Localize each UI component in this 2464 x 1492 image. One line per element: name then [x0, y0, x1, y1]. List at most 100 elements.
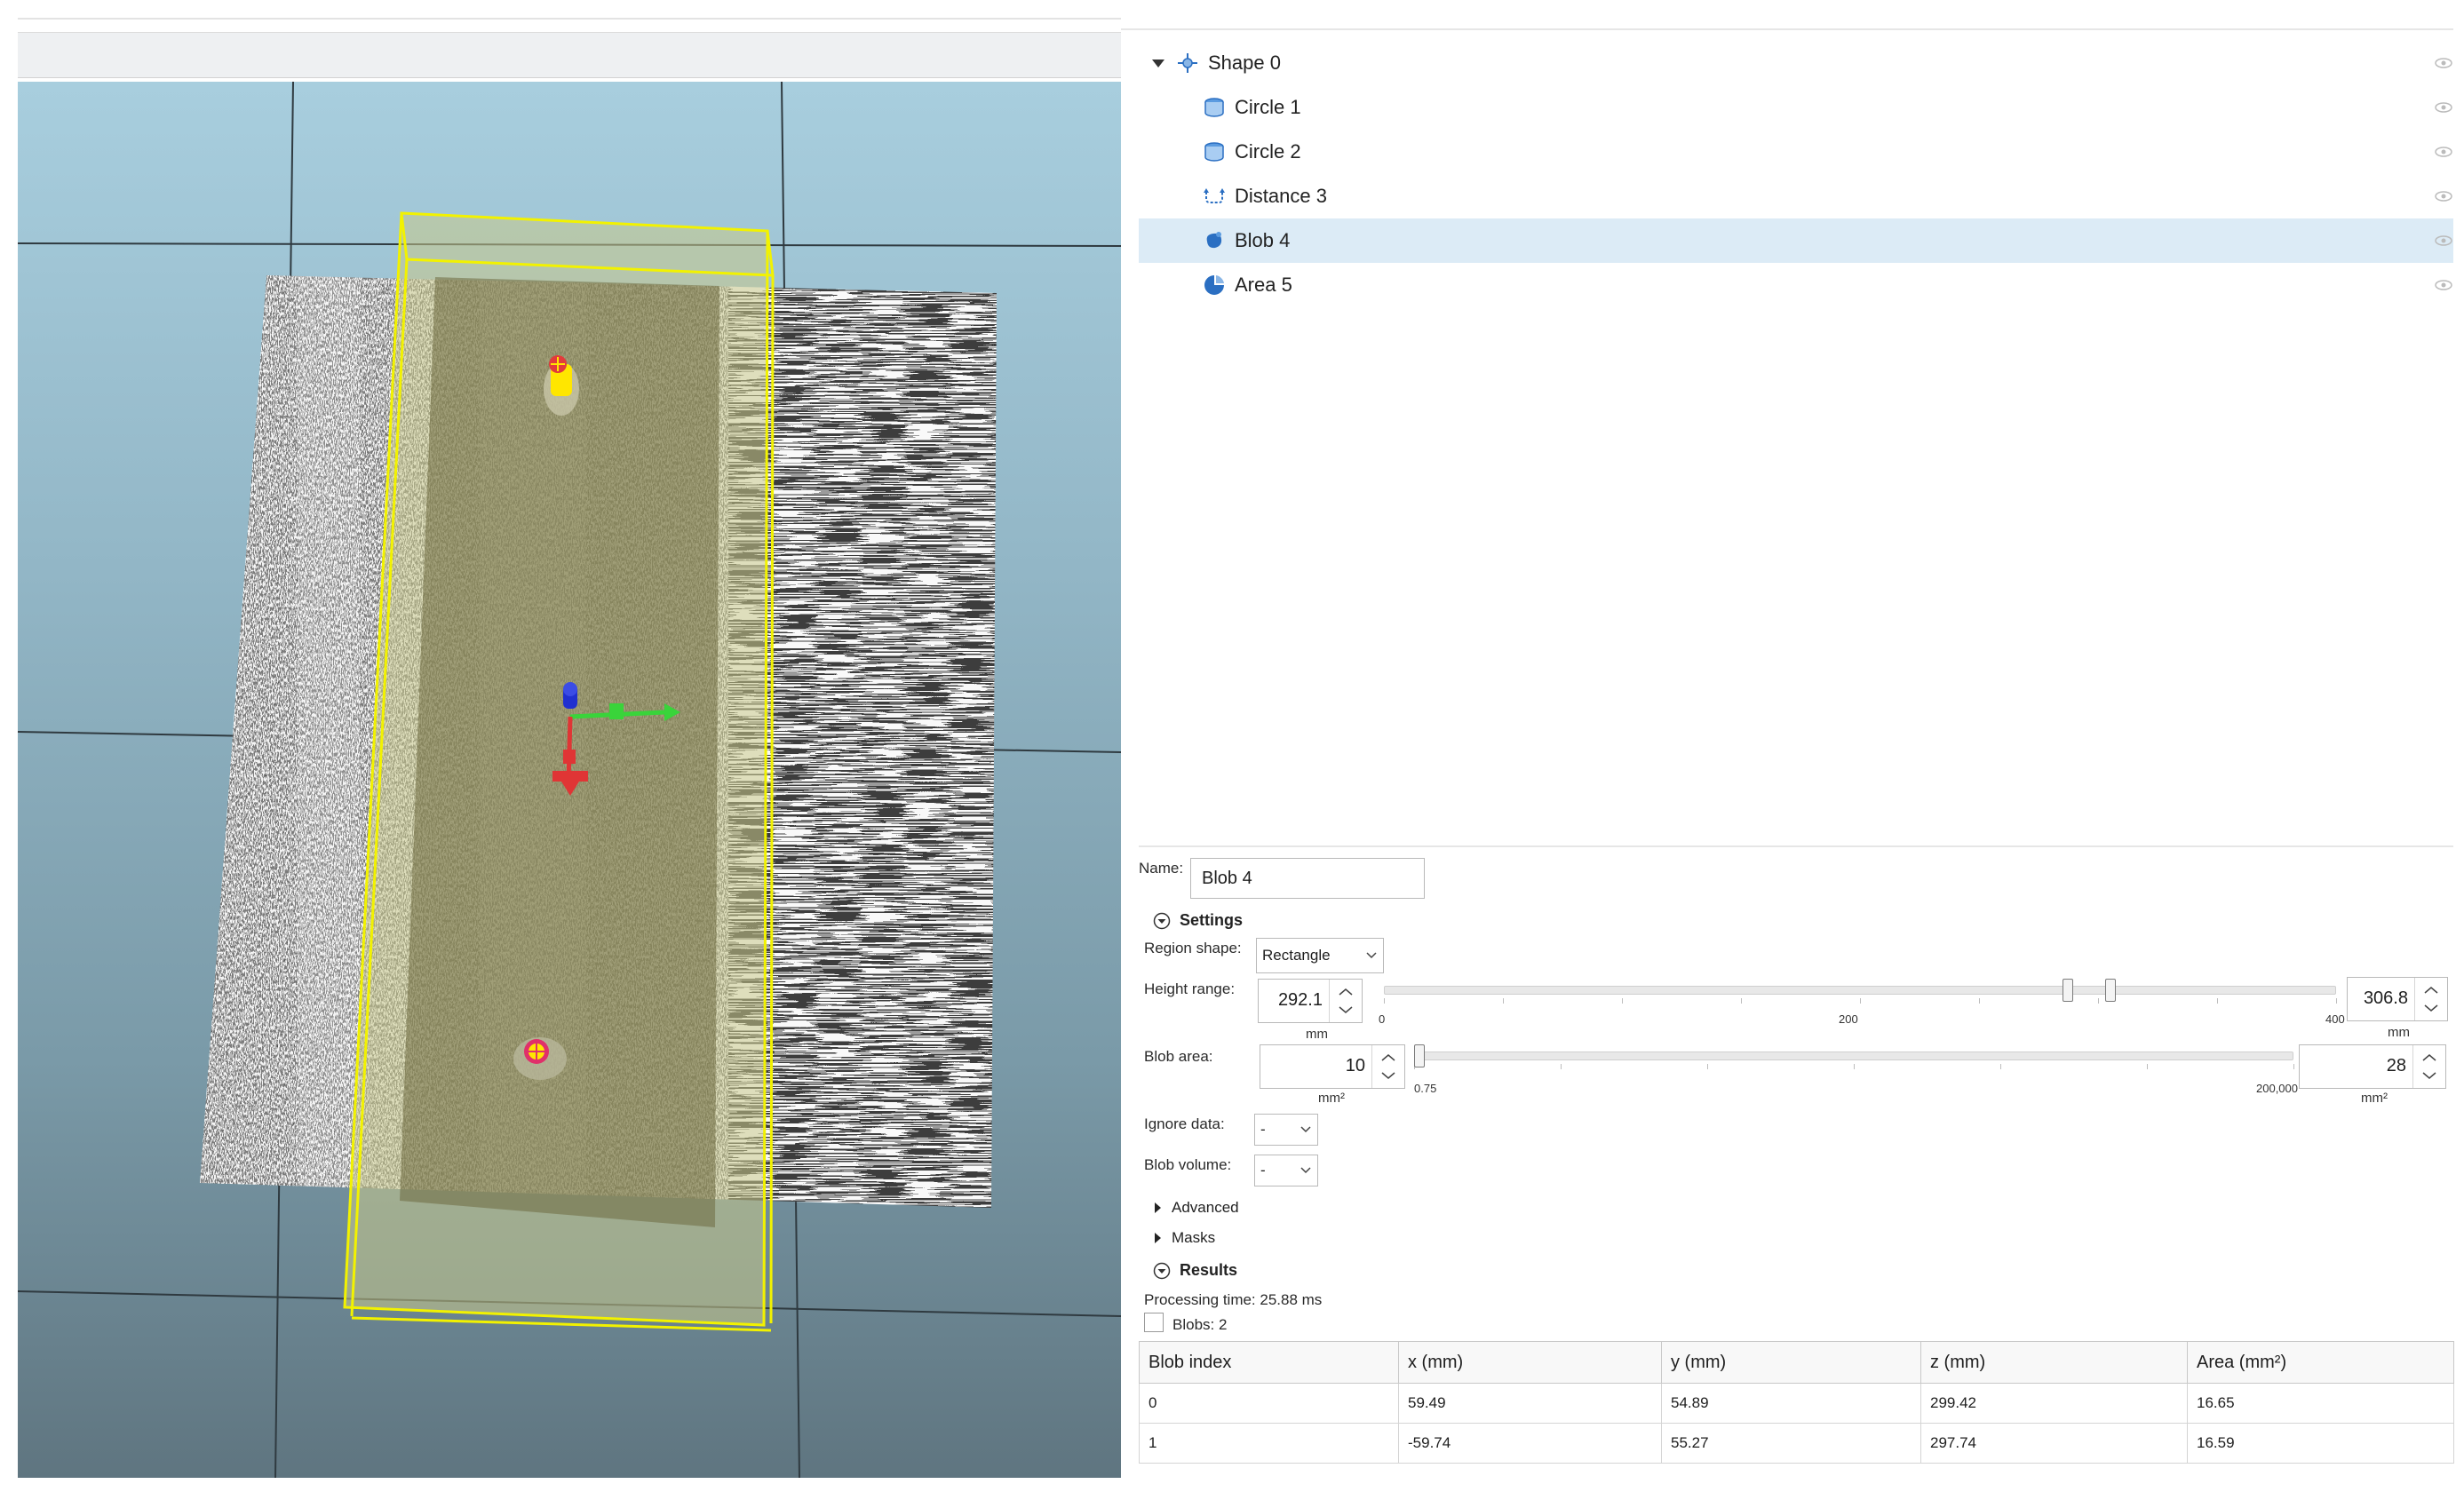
height-min-value: 292.1 [1277, 990, 1323, 1010]
table-row[interactable]: 1 -59.74 55.27 297.74 16.59 [1139, 1423, 2454, 1464]
stepper-arrows-icon [2422, 1054, 2436, 1079]
tree-item-distance-3[interactable]: Distance 3 [1139, 174, 2453, 218]
blob-area-min-stepper[interactable]: 10 [1260, 1044, 1405, 1089]
viewport-area [0, 0, 1121, 1492]
slider-tick [2000, 1064, 2001, 1069]
height-min-unit: mm [1306, 1027, 1328, 1042]
tree-item-label: Area 5 [1235, 274, 1292, 296]
slider-tick [2293, 1064, 2294, 1069]
eye-icon[interactable] [2434, 98, 2453, 117]
blob-marker-bottom[interactable] [513, 1037, 567, 1080]
eye-icon[interactable] [2434, 142, 2453, 162]
column-header[interactable]: Blob index [1139, 1341, 1399, 1384]
settings-section-header[interactable]: Settings [1153, 911, 1243, 930]
region-shape-value: Rectangle [1262, 947, 1331, 964]
masks-expander[interactable]: Masks [1155, 1229, 1215, 1247]
circle-icon [1204, 98, 1224, 117]
slider-tick [1979, 998, 1980, 1004]
stepper-buttons[interactable] [2414, 978, 2447, 1020]
name-label: Name: [1139, 860, 1184, 877]
blob-area-max-unit: mm² [2361, 1091, 2388, 1106]
slider-tick [2098, 998, 2099, 1004]
slider-tick [1707, 1064, 1708, 1069]
masks-label: Masks [1172, 1229, 1216, 1246]
height-max-stepper[interactable]: 306.8 [2347, 977, 2448, 1021]
column-header[interactable]: Area (mm²) [2187, 1341, 2454, 1384]
table-cell: 16.65 [2187, 1383, 2454, 1424]
tree-item-shape-0[interactable]: Shape 0 [1139, 41, 2453, 85]
height-max-thumb[interactable] [2105, 979, 2116, 1002]
eye-icon[interactable] [2434, 186, 2453, 206]
blob-area-min-unit: mm² [1318, 1091, 1345, 1106]
blob-area-min-thumb[interactable] [1414, 1044, 1425, 1067]
slider-tick [1860, 998, 1861, 1004]
table-cell: 54.89 [1661, 1383, 1921, 1424]
height-tick-label: 0 [1379, 1012, 1386, 1026]
height-range-slider[interactable] [1384, 986, 2336, 995]
tree-item-label: Blob 4 [1235, 229, 1291, 251]
slider-tick [1561, 1064, 1562, 1069]
stepper-buttons[interactable] [2412, 1045, 2445, 1088]
table-cell: 1 [1139, 1423, 1399, 1464]
advanced-expander[interactable]: Advanced [1155, 1199, 1239, 1217]
slider-tick [2217, 998, 2218, 1004]
properties-panel: Shape 0 Circle 1 Circle 2 Distance 3 Blo… [1121, 0, 2464, 1492]
ignore-data-label: Ignore data: [1144, 1115, 1225, 1132]
blob-area-min-value: 10 [1345, 1056, 1365, 1075]
table-cell: 0 [1139, 1383, 1399, 1424]
name-input[interactable]: Blob 4 [1190, 858, 1425, 899]
collapse-icon [1153, 1262, 1171, 1279]
column-header[interactable]: x (mm) [1398, 1341, 1662, 1384]
tree-item-blob-4[interactable]: Blob 4 [1139, 218, 2453, 263]
table-row[interactable]: 0 59.49 54.89 299.42 16.65 [1139, 1383, 2454, 1424]
slider-tick [2336, 998, 2337, 1004]
blob-volume-dropdown[interactable]: - [1254, 1155, 1318, 1186]
blob-volume-label: Blob volume: [1144, 1156, 1232, 1173]
properties-divider [1139, 845, 2453, 847]
blob-icon [1206, 232, 1222, 249]
region-shape-dropdown[interactable]: Rectangle [1256, 938, 1384, 973]
chevron-down-icon [1300, 1167, 1311, 1174]
blob-area-slider[interactable] [1414, 1052, 2293, 1060]
blob-area-tick-label: 0.75 [1414, 1082, 1437, 1095]
stepper-buttons[interactable] [1329, 980, 1362, 1022]
tree-item-label: Circle 2 [1235, 140, 1301, 163]
distance-icon [1204, 188, 1225, 203]
stepper-buttons[interactable] [1371, 1045, 1404, 1088]
height-tick-label: 200 [1839, 1012, 1858, 1026]
eye-icon[interactable] [2434, 231, 2453, 250]
stepper-arrows-icon [2424, 987, 2438, 1012]
results-table: Blob index x (mm) y (mm) z (mm) Area (mm… [1139, 1341, 2454, 1464]
ignore-data-dropdown[interactable]: - [1254, 1114, 1318, 1146]
tree-item-circle-1[interactable]: Circle 1 [1139, 85, 2453, 130]
3d-viewport[interactable] [18, 82, 1121, 1478]
column-header[interactable]: y (mm) [1661, 1341, 1921, 1384]
blob-volume-value: - [1260, 1162, 1266, 1179]
eye-icon[interactable] [2434, 53, 2453, 73]
slider-tick [1622, 998, 1623, 1004]
eye-icon[interactable] [2434, 275, 2453, 295]
height-max-value: 306.8 [2363, 988, 2408, 1008]
results-section-header[interactable]: Results [1153, 1261, 1237, 1280]
chevron-right-icon [1155, 1233, 1161, 1243]
stepper-arrows-icon [1339, 988, 1353, 1013]
slider-tick [1741, 998, 1742, 1004]
settings-label: Settings [1180, 911, 1244, 929]
table-cell: -59.74 [1398, 1423, 1662, 1464]
height-min-stepper[interactable]: 292.1 [1258, 979, 1363, 1023]
height-min-thumb[interactable] [2063, 979, 2073, 1002]
blob-area-max-stepper[interactable]: 28 [2299, 1044, 2446, 1089]
panel-top-divider [1121, 28, 2453, 30]
height-range-label: Height range: [1144, 980, 1236, 997]
column-header[interactable]: z (mm) [1920, 1341, 2188, 1384]
height-tick-label: 400 [2325, 1012, 2345, 1026]
name-input-value: Blob 4 [1202, 868, 1252, 888]
tree-item-area-5[interactable]: Area 5 [1139, 263, 2453, 307]
tree-item-circle-2[interactable]: Circle 2 [1139, 130, 2453, 174]
table-cell: 59.49 [1398, 1383, 1662, 1424]
slider-tick [1503, 998, 1504, 1004]
3d-scene[interactable] [18, 82, 1121, 1478]
chevron-down-icon[interactable] [1149, 54, 1167, 72]
blobs-checkbox[interactable] [1144, 1313, 1164, 1332]
area-icon [1204, 275, 1224, 295]
